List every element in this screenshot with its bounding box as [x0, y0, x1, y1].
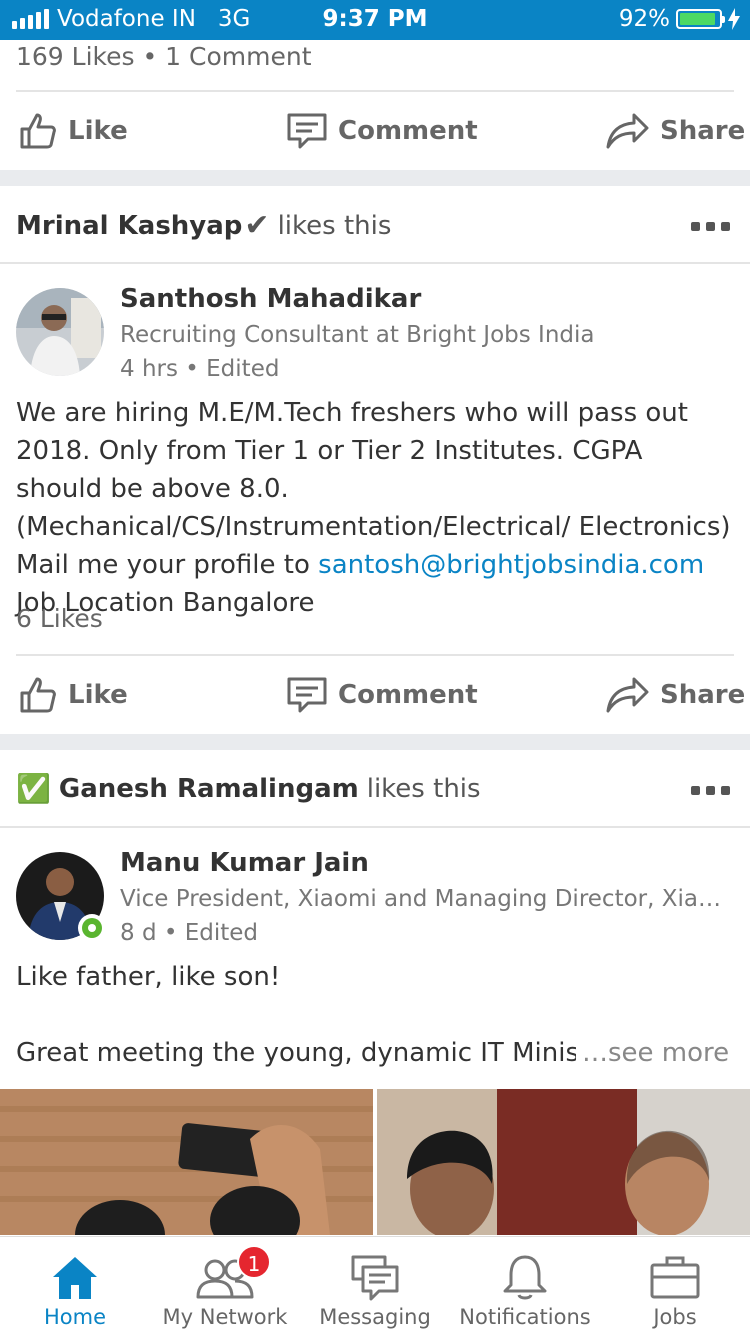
tab-messaging[interactable]: Messaging: [300, 1237, 450, 1334]
divider: [0, 826, 750, 828]
post-timestamp: 4 hrs • Edited: [120, 356, 280, 382]
post-image-2[interactable]: [377, 1089, 750, 1235]
author-headline: Recruiting Consultant at Bright Jobs Ind…: [120, 322, 595, 348]
comment-button[interactable]: Comment: [286, 92, 478, 170]
liker-name[interactable]: Ganesh Ramalingam: [59, 774, 359, 804]
comment-icon: [287, 677, 327, 713]
liker-suffix: likes this: [277, 210, 392, 241]
author-name[interactable]: Manu Kumar Jain: [120, 848, 369, 878]
share-icon: [606, 677, 649, 713]
liker-name[interactable]: Mrinal Kashyap: [16, 211, 242, 241]
comment-label: Comment: [338, 680, 478, 710]
share-label: Share: [660, 680, 746, 710]
check-mark-icon: ✔: [244, 208, 270, 243]
thumbs-up-icon: [20, 677, 56, 713]
post-timestamp: 8 d • Edited: [120, 920, 259, 946]
divider: [0, 262, 750, 264]
home-icon: [53, 1257, 97, 1299]
post-images: [0, 1089, 750, 1235]
like-button[interactable]: Like: [18, 656, 128, 734]
messaging-icon: [351, 1255, 399, 1301]
battery-percent: 92%: [618, 6, 670, 32]
see-more-link[interactable]: …see more: [582, 1034, 729, 1072]
tab-jobs[interactable]: Jobs: [600, 1237, 750, 1334]
online-status-icon: [78, 914, 106, 942]
battery-icon: [676, 9, 725, 29]
comment-icon: [287, 113, 327, 149]
share-label: Share: [660, 116, 746, 146]
social-context: ✅ Ganesh Ramalingam likes this: [16, 772, 481, 805]
liker-suffix: likes this: [366, 773, 481, 804]
post-image-1[interactable]: [0, 1089, 373, 1235]
like-label: Like: [68, 680, 128, 710]
share-button[interactable]: Share: [604, 656, 745, 734]
social-counts[interactable]: 169 Likes • 1 Comment: [16, 42, 312, 71]
post-body-line-1: Like father, like son!: [16, 962, 281, 992]
author-avatar[interactable]: [16, 288, 104, 376]
tab-home[interactable]: Home: [0, 1237, 150, 1334]
like-label: Like: [68, 116, 128, 146]
thumbs-up-icon: [20, 113, 56, 149]
comment-label: Comment: [338, 116, 478, 146]
check-box-emoji: ✅: [16, 772, 51, 805]
notification-badge: 1: [237, 1245, 271, 1279]
author-avatar-wrap: [16, 852, 108, 944]
email-link[interactable]: santosh@brightjobsindia.com: [318, 550, 704, 580]
action-bar: Like Comment Share: [0, 656, 750, 734]
bottom-tab-bar: Home 1 My Network Messaging Notification…: [0, 1236, 750, 1334]
tab-label: My Network: [162, 1305, 288, 1329]
bell-icon: [503, 1255, 547, 1300]
tab-notifications[interactable]: Notifications: [450, 1237, 600, 1334]
status-bar: Vodafone IN 3G 9:37 PM 92%: [0, 0, 750, 40]
share-icon: [606, 113, 649, 149]
tab-label: Home: [43, 1305, 106, 1329]
author-name[interactable]: Santhosh Mahadikar: [120, 284, 421, 314]
charging-bolt-icon: [728, 8, 740, 30]
feed-card-2: Mrinal Kashyap ✔ likes this Santhosh Mah…: [0, 186, 750, 734]
like-button[interactable]: Like: [18, 92, 128, 170]
post-body-line-2: Great meeting the young, dynamic IT Mini…: [16, 1038, 576, 1068]
post-body: We are hiring M.E/M.Tech freshers who wi…: [16, 394, 736, 622]
author-headline: Vice President, Xiaomi and Managing Dire…: [120, 886, 735, 912]
tab-my-network[interactable]: 1 My Network: [150, 1237, 300, 1334]
tab-label: Messaging: [319, 1305, 431, 1329]
comment-button[interactable]: Comment: [286, 656, 478, 734]
feed-card-1: 169 Likes • 1 Comment Like Comment Share: [0, 40, 750, 170]
more-options-icon[interactable]: [691, 786, 730, 795]
tab-label: Notifications: [459, 1305, 591, 1329]
social-counts[interactable]: 6 Likes: [16, 604, 103, 633]
briefcase-icon: [650, 1256, 700, 1299]
share-button[interactable]: Share: [604, 92, 745, 170]
action-bar: Like Comment Share: [0, 92, 750, 170]
more-options-icon[interactable]: [691, 222, 730, 231]
tab-label: Jobs: [653, 1305, 697, 1329]
social-context: Mrinal Kashyap ✔ likes this: [16, 208, 391, 243]
